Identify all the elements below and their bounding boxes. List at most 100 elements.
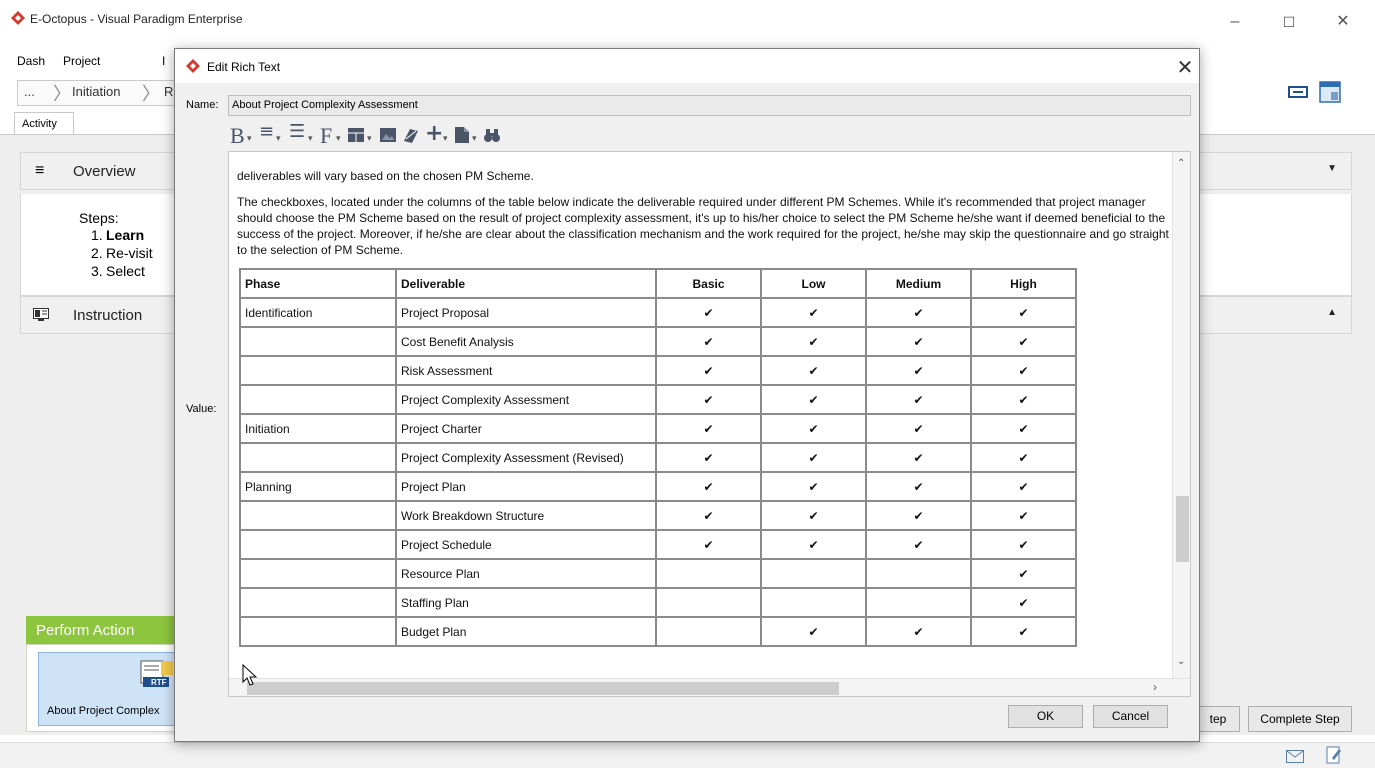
- chevron-right-icon[interactable]: ›: [1153, 680, 1157, 694]
- check-mark-cell: ✔: [760, 529, 867, 560]
- check-mark-cell: ✔: [655, 442, 762, 473]
- complete-step-button[interactable]: Complete Step: [1248, 706, 1352, 732]
- check-mark-cell: ✔: [970, 529, 1077, 560]
- horizontal-scrollbar[interactable]: ›: [229, 678, 1190, 696]
- check-mark-cell: ✔: [760, 384, 867, 415]
- empty-cell: [760, 558, 867, 589]
- phase-cell: [239, 500, 397, 531]
- step-number: 3.: [91, 263, 103, 279]
- table-row: Planning Project Plan ✔ ✔ ✔ ✔: [239, 471, 1077, 502]
- check-mark-cell: ✔: [865, 616, 972, 647]
- insert-button[interactable]: +: [425, 121, 443, 146]
- chevron-down-icon[interactable]: ▼: [1327, 163, 1337, 174]
- menu-item-truncated[interactable]: I: [162, 54, 165, 68]
- vertical-scrollbar[interactable]: ⌃ ⌄: [1172, 152, 1190, 678]
- deliverable-cell: Project Complexity Assessment: [395, 384, 657, 415]
- perform-action-label: Perform Action: [36, 622, 135, 639]
- chevron-down-icon[interactable]: ▾: [276, 133, 281, 144]
- chevron-down-icon[interactable]: ⌄: [1177, 656, 1185, 667]
- menu-lines-icon: ≡: [35, 162, 45, 179]
- find-binoculars-icon[interactable]: [484, 127, 500, 143]
- deliverable-cell: Work Breakdown Structure: [395, 500, 657, 531]
- table-row: Project Complexity Assessment ✔ ✔ ✔ ✔: [239, 384, 1077, 415]
- close-button[interactable]: ✕: [1328, 10, 1358, 34]
- step-text: Learn: [106, 227, 145, 243]
- insert-link-icon[interactable]: [402, 127, 420, 143]
- scroll-thumb[interactable]: [1176, 496, 1189, 562]
- cancel-button[interactable]: Cancel: [1093, 705, 1168, 728]
- menu-dash[interactable]: Dash: [17, 54, 45, 68]
- empty-cell: [760, 587, 867, 618]
- fit-view-icon[interactable]: [1287, 84, 1309, 100]
- rtf-action-tile[interactable]: RTF About Project Complex: [38, 652, 186, 726]
- scroll-thumb[interactable]: [247, 682, 839, 695]
- column-header: Deliverable: [395, 268, 657, 299]
- deliverable-cell: Resource Plan: [395, 558, 657, 589]
- empty-cell: [655, 616, 762, 647]
- deliverable-cell: Risk Assessment: [395, 355, 657, 386]
- table-row: Work Breakdown Structure ✔ ✔ ✔ ✔: [239, 500, 1077, 531]
- deliverable-cell: Budget Plan: [395, 616, 657, 647]
- name-field[interactable]: About Project Complexity Assessment: [228, 95, 1191, 116]
- list-button[interactable]: ☰: [289, 121, 305, 142]
- check-mark-cell: ✔: [760, 413, 867, 444]
- ok-button[interactable]: OK: [1008, 705, 1083, 728]
- chevron-down-icon[interactable]: ▾: [336, 133, 341, 144]
- chevron-down-icon[interactable]: ▾: [308, 133, 313, 144]
- breadcrumb-initiation[interactable]: Initiation: [72, 84, 120, 99]
- menu-project[interactable]: Project: [63, 54, 100, 68]
- phase-cell: [239, 326, 397, 357]
- check-mark-cell: ✔: [865, 355, 972, 386]
- overview-label: Overview: [73, 163, 136, 180]
- check-mark-cell: ✔: [865, 529, 972, 560]
- rich-text-editor[interactable]: deliverables will vary based on the chos…: [228, 151, 1191, 697]
- document-icon[interactable]: [455, 127, 469, 143]
- chevron-right-icon: 〉: [53, 84, 71, 104]
- step-button[interactable]: tep: [1196, 706, 1240, 732]
- bold-button[interactable]: B: [230, 123, 245, 149]
- mail-icon[interactable]: [1286, 750, 1304, 763]
- empty-cell: [655, 558, 762, 589]
- dialog-title: Edit Rich Text: [207, 60, 281, 74]
- table-icon[interactable]: [348, 128, 364, 142]
- image-icon[interactable]: [380, 128, 396, 142]
- minimize-button[interactable]: –: [1220, 10, 1250, 34]
- font-button[interactable]: F: [320, 123, 332, 149]
- check-mark-cell: ✔: [865, 297, 972, 328]
- chevron-down-icon[interactable]: ▾: [247, 133, 252, 144]
- table-row: Identification Project Proposal ✔ ✔ ✔ ✔: [239, 297, 1077, 328]
- dialog-close-button[interactable]: ✕: [1173, 55, 1197, 80]
- align-button[interactable]: ≡: [259, 121, 274, 142]
- phase-cell: [239, 558, 397, 589]
- deliverable-cell: Project Schedule: [395, 529, 657, 560]
- check-mark-cell: ✔: [865, 326, 972, 357]
- chevron-up-icon[interactable]: ⌃: [1177, 158, 1185, 169]
- table-header-row: Phase Deliverable Basic Low Medium High: [239, 268, 1077, 299]
- phase-cell: Initiation: [239, 413, 397, 444]
- table-row: Staffing Plan ✔: [239, 587, 1077, 618]
- chevron-down-icon[interactable]: ▾: [443, 133, 448, 144]
- check-mark-cell: ✔: [865, 500, 972, 531]
- chevron-right-icon: 〉: [142, 84, 160, 104]
- status-bar: [0, 742, 1375, 768]
- chevron-down-icon[interactable]: ▾: [367, 133, 372, 144]
- chevron-up-icon[interactable]: ▲: [1327, 307, 1337, 318]
- chevron-down-icon[interactable]: ▾: [472, 133, 477, 144]
- column-header: Medium: [865, 268, 972, 299]
- empty-cell: [865, 587, 972, 618]
- breadcrumb-item[interactable]: R: [164, 84, 173, 99]
- check-mark-cell: ✔: [655, 413, 762, 444]
- breadcrumb-ellipsis[interactable]: ...: [24, 84, 35, 99]
- steps-label: Steps:: [79, 210, 119, 226]
- maximize-button[interactable]: ☐: [1274, 10, 1304, 34]
- layout-icon[interactable]: [1318, 80, 1342, 104]
- phase-cell: [239, 384, 397, 415]
- tab-activity[interactable]: Activity: [14, 112, 74, 134]
- phase-cell: Planning: [239, 471, 397, 502]
- check-mark-cell: ✔: [970, 471, 1077, 502]
- column-header: Basic: [655, 268, 762, 299]
- document-edit-icon[interactable]: [1326, 746, 1342, 764]
- check-mark-cell: ✔: [865, 413, 972, 444]
- table-row: Risk Assessment ✔ ✔ ✔ ✔: [239, 355, 1077, 386]
- phase-cell: [239, 587, 397, 618]
